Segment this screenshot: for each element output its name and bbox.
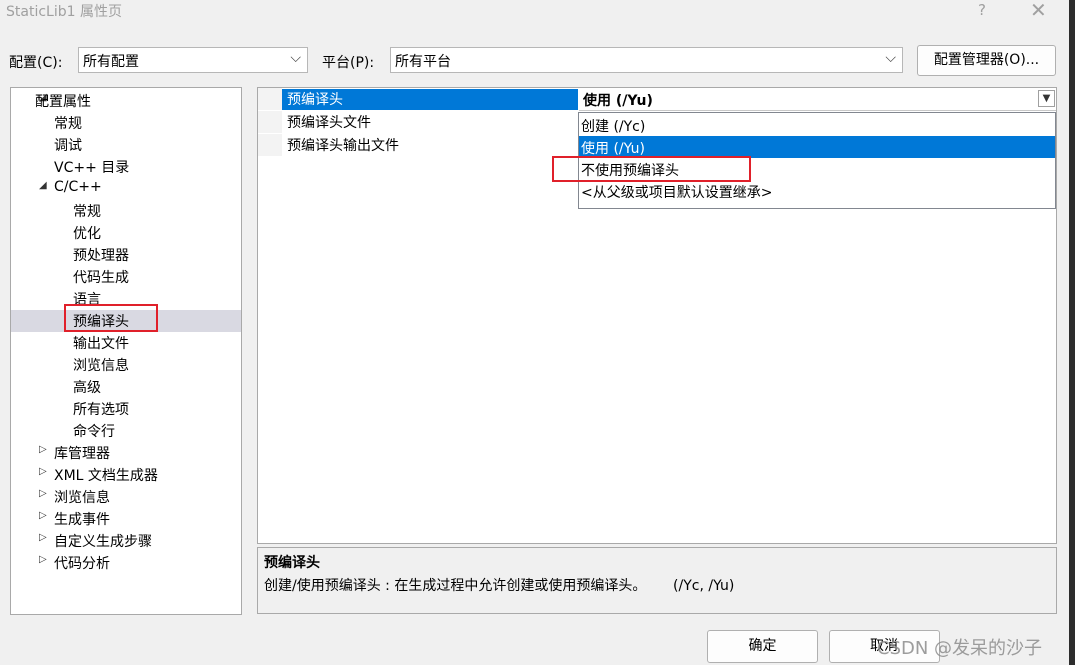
tree-item-code-generation[interactable]: 代码生成 xyxy=(11,266,241,288)
chevron-down-icon: ⌵ xyxy=(885,50,896,66)
collapsed-arrow-icon[interactable]: ▷ xyxy=(39,532,47,543)
chevron-down-icon[interactable]: ▼ xyxy=(1038,90,1055,107)
tree-item-preprocessor[interactable]: 预处理器 xyxy=(11,244,241,266)
tree-item-code-analysis[interactable]: ▷ 代码分析 xyxy=(11,552,241,574)
property-value: 使用 (/Yu) xyxy=(583,93,653,109)
tree-item-cpp[interactable]: ◢ C/C++ xyxy=(11,178,241,200)
tree-item-output-files[interactable]: 输出文件 xyxy=(11,332,241,354)
property-name: 预编译头文件 xyxy=(287,115,371,131)
property-tree: ◢ 配置属性 常规 调试 VC++ 目录 ◢ C/C++ 常规 优化 预处理器 … xyxy=(10,87,242,615)
expanded-arrow-icon[interactable]: ◢ xyxy=(39,180,47,191)
description-text: 创建/使用预编译头 : 在生成过程中允许创建或使用预编译头。 (/Yc, /Yu… xyxy=(264,578,735,594)
window-title: StaticLib1 属性页 xyxy=(6,4,122,20)
tree-item-config-properties[interactable]: ◢ 配置属性 xyxy=(11,90,241,112)
watermark-text: CSDN @发呆的沙子 xyxy=(877,638,1043,659)
tree-item-browse-info[interactable]: 浏览信息 xyxy=(11,354,241,376)
tree-item-command-line[interactable]: 命令行 xyxy=(11,420,241,442)
config-select[interactable]: 所有配置 ⌵ xyxy=(78,47,308,73)
option-inherit[interactable]: <从父级或项目默认设置继承> xyxy=(579,180,1055,202)
tree-item-language[interactable]: 语言 xyxy=(11,288,241,310)
collapsed-arrow-icon[interactable]: ▷ xyxy=(39,466,47,477)
tree-item-vc-directories[interactable]: VC++ 目录 xyxy=(11,156,241,178)
precompiled-header-dropdown: 创建 (/Yc) 使用 (/Yu) 不使用预编译头 <从父级或项目默认设置继承> xyxy=(578,112,1056,209)
config-select-value: 所有配置 xyxy=(83,54,139,70)
ok-button[interactable]: 确定 xyxy=(707,630,818,663)
tree-item-browse-info-top[interactable]: ▷ 浏览信息 xyxy=(11,486,241,508)
tree-item-librarian[interactable]: ▷ 库管理器 xyxy=(11,442,241,464)
tree-item-advanced[interactable]: 高级 xyxy=(11,376,241,398)
option-create[interactable]: 创建 (/Yc) xyxy=(579,114,1055,136)
option-use[interactable]: 使用 (/Yu) xyxy=(579,136,1055,158)
property-value-cell[interactable]: 使用 (/Yu) ▼ xyxy=(579,89,1056,111)
option-not-using[interactable]: 不使用预编译头 xyxy=(579,158,1055,180)
close-button[interactable]: ✕ xyxy=(1030,0,1047,22)
collapsed-arrow-icon[interactable]: ▷ xyxy=(39,510,47,521)
property-row-precompiled-header[interactable]: 预编译头 使用 (/Yu) ▼ xyxy=(258,88,1056,111)
tree-item-optimization[interactable]: 优化 xyxy=(11,222,241,244)
tree-item-custom-build-step[interactable]: ▷ 自定义生成步骤 xyxy=(11,530,241,552)
config-manager-button[interactable]: 配置管理器(O)... xyxy=(917,45,1056,76)
tree-item-all-options[interactable]: 所有选项 xyxy=(11,398,241,420)
background-strip xyxy=(1069,0,1075,665)
property-name: 预编译头输出文件 xyxy=(287,138,399,154)
title-bar: StaticLib1 属性页 ? ✕ xyxy=(0,0,1075,22)
tree-item-xml-doc-generator[interactable]: ▷ XML 文档生成器 xyxy=(11,464,241,486)
help-button[interactable]: ? xyxy=(978,1,986,19)
platform-select[interactable]: 所有平台 ⌵ xyxy=(390,47,903,73)
tree-item-build-events[interactable]: ▷ 生成事件 xyxy=(11,508,241,530)
chevron-down-icon: ⌵ xyxy=(290,50,301,66)
row-gutter xyxy=(258,88,282,110)
platform-label: 平台(P): xyxy=(322,55,375,71)
row-gutter xyxy=(258,111,282,133)
property-name: 预编译头 xyxy=(287,92,343,108)
platform-select-value: 所有平台 xyxy=(395,54,451,70)
tree-item-cpp-general[interactable]: 常规 xyxy=(11,200,241,222)
tree-item-precompiled-headers[interactable]: 预编译头 xyxy=(11,310,241,332)
collapsed-arrow-icon[interactable]: ▷ xyxy=(39,488,47,499)
collapsed-arrow-icon[interactable]: ▷ xyxy=(39,444,47,455)
description-title: 预编译头 xyxy=(264,555,320,571)
collapsed-arrow-icon[interactable]: ▷ xyxy=(39,554,47,565)
tree-item-general[interactable]: 常规 xyxy=(11,112,241,134)
description-panel: 预编译头 创建/使用预编译头 : 在生成过程中允许创建或使用预编译头。 (/Yc… xyxy=(257,547,1057,614)
config-label: 配置(C): xyxy=(9,55,63,71)
tree-item-debugging[interactable]: 调试 xyxy=(11,134,241,156)
row-gutter xyxy=(258,134,282,156)
